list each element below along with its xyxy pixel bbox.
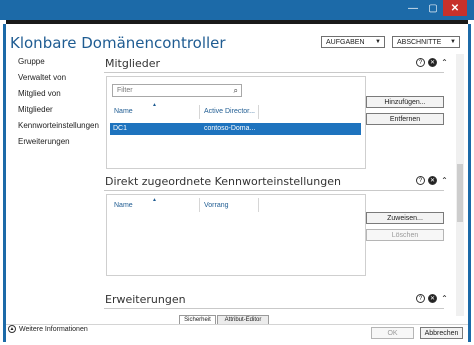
more-info-label: Weitere Informationen — [19, 325, 88, 333]
password-section-controls: ? ✕ ⌃ — [416, 176, 449, 185]
filter-placeholder: Filter — [117, 87, 133, 94]
tasks-dropdown-label: AUFGABEN — [326, 38, 365, 46]
page-title: Klonbare Domänencontroller — [10, 34, 226, 52]
close-window-button[interactable]: ✕ — [443, 0, 467, 16]
sections-dropdown[interactable]: ABSCHNITTE ▼ — [392, 36, 460, 48]
close-section-icon[interactable]: ✕ — [428, 294, 437, 303]
sidebar-item-verwaltet-von[interactable]: Verwaltet von — [18, 73, 66, 82]
chevron-down-icon: ▼ — [450, 39, 456, 45]
sidebar-item-erweiterungen[interactable]: Erweiterungen — [18, 137, 70, 146]
more-info-toggle[interactable]: ▲ Weitere Informationen — [8, 325, 88, 333]
close-section-icon[interactable]: ✕ — [428, 176, 437, 185]
column-header-name[interactable]: Name — [114, 108, 133, 115]
section-divider — [104, 308, 444, 309]
extensions-section-controls: ? ✕ ⌃ — [416, 294, 449, 303]
members-section-controls: ? ✕ ⌃ — [416, 58, 449, 67]
assign-button[interactable]: Zuweisen... — [366, 212, 444, 224]
ok-button: OK — [371, 327, 414, 339]
sidebar-item-mitglieder[interactable]: Mitglieder — [18, 105, 53, 114]
add-member-button[interactable]: Hinzufügen... — [366, 96, 444, 108]
chevron-up-icon: ▲ — [8, 325, 16, 333]
help-icon[interactable]: ? — [416, 58, 425, 67]
column-header-name[interactable]: Name — [114, 202, 133, 209]
remove-member-button[interactable]: Entfernen — [366, 113, 444, 125]
column-separator[interactable] — [199, 198, 200, 212]
members-filter-input[interactable]: Filter ⌕ — [112, 84, 242, 97]
sections-dropdown-label: ABSCHNITTE — [397, 38, 442, 46]
collapse-icon[interactable]: ⌃ — [440, 294, 449, 303]
sidebar-item-kennworteinstellungen[interactable]: Kennworteinstellungen — [18, 121, 99, 130]
section-divider — [104, 72, 444, 73]
cancel-button[interactable]: Abbrechen — [420, 327, 463, 339]
cell-ad-path: contoso-Doma... — [204, 125, 256, 132]
password-settings-panel — [106, 194, 366, 276]
password-settings-section-title: Direkt zugeordnete Kennworteinstellungen — [105, 175, 341, 188]
scrollbar-thumb[interactable] — [457, 164, 463, 222]
sort-ascending-icon: ▲ — [152, 197, 157, 203]
maximize-button[interactable]: ▢ — [423, 0, 443, 16]
help-icon[interactable]: ? — [416, 176, 425, 185]
column-separator[interactable] — [199, 105, 200, 119]
extensions-section-title: Erweiterungen — [105, 293, 186, 306]
close-section-icon[interactable]: ✕ — [428, 58, 437, 67]
search-icon[interactable]: ⌕ — [234, 86, 238, 96]
tab-attribut-editor[interactable]: Attribut-Editor — [217, 315, 269, 324]
tasks-dropdown[interactable]: AUFGABEN ▼ — [321, 36, 385, 48]
tab-sicherheit[interactable]: Sicherheit — [179, 315, 216, 324]
column-separator[interactable] — [258, 105, 259, 119]
table-row[interactable]: DC1 contoso-Doma... — [110, 123, 361, 135]
column-header-precedence[interactable]: Vorrang — [204, 202, 229, 209]
chevron-down-icon: ▼ — [375, 39, 381, 45]
section-divider — [104, 190, 444, 191]
column-separator[interactable] — [258, 198, 259, 212]
vertical-scrollbar[interactable] — [456, 54, 464, 316]
delete-button: Löschen — [366, 229, 444, 241]
sidebar-item-gruppe[interactable]: Gruppe — [18, 57, 45, 66]
minimize-button[interactable]: — — [403, 0, 423, 16]
collapse-icon[interactable]: ⌃ — [440, 176, 449, 185]
members-section-title: Mitglieder — [105, 57, 160, 70]
column-header-ad-path[interactable]: Active Director... — [204, 108, 255, 115]
help-icon[interactable]: ? — [416, 294, 425, 303]
sort-ascending-icon: ▲ — [152, 102, 157, 108]
cell-name: DC1 — [113, 125, 128, 132]
sidebar-item-mitglied-von[interactable]: Mitglied von — [18, 89, 61, 98]
collapse-icon[interactable]: ⌃ — [440, 58, 449, 67]
window-titlebar: — ▢ ✕ — [0, 0, 474, 20]
